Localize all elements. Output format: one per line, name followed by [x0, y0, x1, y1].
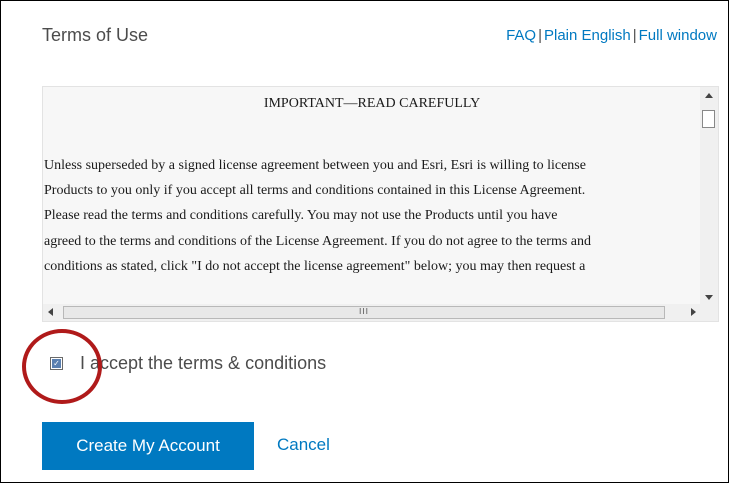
terms-body: Unless superseded by a signed license ag…: [43, 153, 701, 279]
full-window-link[interactable]: Full window: [639, 27, 717, 44]
terms-line: Please read the terms and conditions car…: [44, 208, 558, 224]
link-separator: |: [632, 27, 637, 44]
terms-line: conditions as stated, click "I do not ac…: [44, 258, 586, 274]
scroll-down-arrow-icon[interactable]: [705, 295, 713, 300]
link-separator: |: [538, 27, 542, 44]
header-links: FAQ | Plain English | Full window: [506, 27, 717, 44]
scrollbar-corner: [700, 304, 718, 321]
terms-line: agreed to the terms and conditions of th…: [44, 233, 591, 249]
accept-terms-checkbox[interactable]: ✓: [50, 357, 63, 370]
scroll-left-arrow-icon[interactable]: [48, 308, 53, 316]
create-account-button[interactable]: Create My Account: [42, 422, 254, 470]
accept-terms-row: ✓ I accept the terms & conditions: [50, 353, 326, 374]
scroll-up-arrow-icon[interactable]: [705, 93, 713, 98]
page-title: Terms of Use: [42, 25, 149, 45]
vertical-scrollbar[interactable]: [700, 87, 718, 306]
checkmark-icon: ✓: [52, 359, 61, 368]
terms-text-box[interactable]: IMPORTANT—READ CAREFULLY Unless supersed…: [42, 86, 719, 322]
vertical-scroll-thumb[interactable]: [702, 110, 715, 128]
cancel-link[interactable]: Cancel: [277, 435, 330, 455]
scroll-right-arrow-icon[interactable]: [691, 308, 696, 316]
plain-english-link[interactable]: Plain English: [544, 27, 631, 44]
faq-link[interactable]: FAQ: [506, 27, 536, 44]
terms-line: Unless superseded by a signed license ag…: [44, 158, 586, 173]
horizontal-scrollbar[interactable]: III: [43, 304, 701, 321]
terms-heading: IMPORTANT—READ CAREFULLY: [263, 96, 481, 111]
horizontal-scroll-thumb[interactable]: III: [63, 306, 665, 319]
terms-content: IMPORTANT—READ CAREFULLY Unless supersed…: [43, 87, 701, 306]
terms-dialog: Terms of Use FAQ | Plain English | Full wind…: [0, 0, 729, 483]
accept-terms-label[interactable]: I accept the terms & conditions: [80, 353, 326, 374]
terms-line: Products to you only if you accept all t…: [44, 183, 586, 199]
